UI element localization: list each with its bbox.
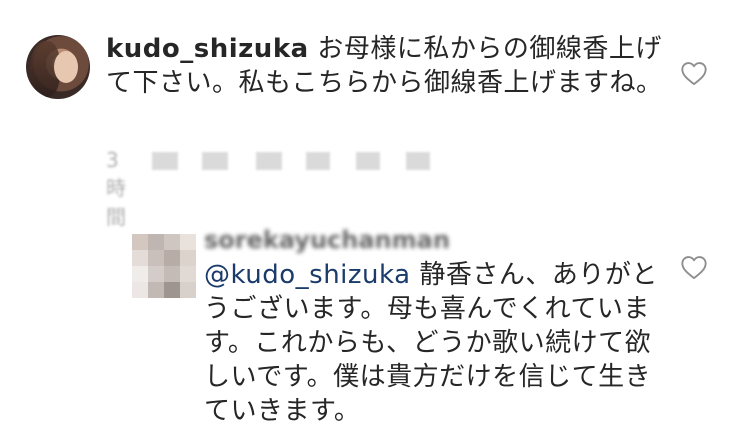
blurred-meta: [356, 152, 380, 170]
comment-body: kudo_shizuka お母様に私からの御線香上げて下さい。私もこちらから御線…: [106, 32, 666, 100]
reply-body: @kudo_shizuka 静香さん、ありがとうございます。母も喜んでくれていま…: [204, 258, 674, 428]
heart-outline-icon[interactable]: [680, 254, 708, 280]
avatar[interactable]: [132, 234, 196, 298]
blurred-meta: [202, 152, 228, 170]
blurred-meta: [406, 152, 430, 170]
blurred-meta: [256, 152, 282, 170]
comment-reply: sorekayuchanman @kudo_shizuka 静香さん、ありがとう…: [0, 200, 750, 426]
comment-username[interactable]: kudo_shizuka: [106, 34, 309, 64]
avatar[interactable]: [26, 35, 90, 99]
heart-outline-icon[interactable]: [680, 60, 708, 86]
comment-main: kudo_shizuka お母様に私からの御線香上げて下さい。私もこちらから御線…: [0, 0, 750, 229]
reply-mention[interactable]: @kudo_shizuka: [204, 260, 411, 290]
reply-username[interactable]: sorekayuchanman: [204, 226, 450, 254]
blurred-meta: [152, 152, 178, 170]
blurred-meta: [306, 152, 330, 170]
